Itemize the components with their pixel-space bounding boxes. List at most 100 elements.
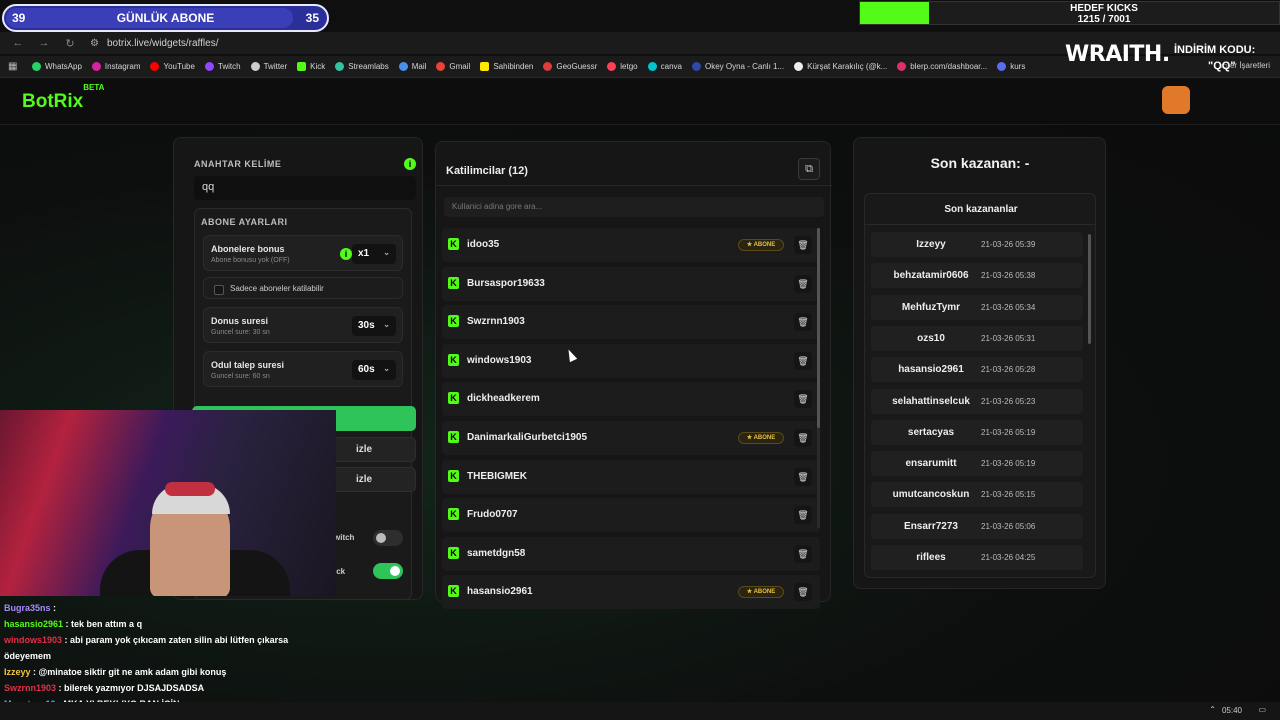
winner-row: ozs10 21-03-26 05:31 (871, 325, 1083, 351)
url-text: botrix.live/widgets/raffles/ (106, 37, 219, 49)
bookmark-kick[interactable]: Kick (297, 62, 325, 71)
participant-name: Frudo0707 (467, 509, 518, 521)
participant-row[interactable]: Ksametdgn58 🗑 (442, 536, 820, 571)
discount-label: İNDİRİM KODU: (1174, 44, 1256, 56)
winner-date: 21-03-26 05:34 (981, 302, 1036, 312)
bonus-select[interactable]: x1 ⌄ (352, 244, 396, 264)
participant-row[interactable]: K Frudo0707 🗑 (442, 498, 820, 533)
duration-row: Donus suresi Guncel sure: 30 sn 30s ⌄ (203, 307, 403, 343)
notification-icon[interactable]: ▭ (1258, 705, 1266, 714)
trash-icon[interactable]: 🗑 (794, 467, 812, 486)
participant-row[interactable]: K Swzrnn1903 🗑 (442, 305, 820, 340)
reload-icon[interactable]: ↻ (62, 37, 78, 50)
streamlabs-icon (335, 62, 345, 71)
trash-icon[interactable]: 🗑 (794, 351, 812, 370)
only-subs-row[interactable]: Sadece aboneler katilabilir (203, 277, 403, 299)
chevron-down-icon: ⌄ (383, 364, 390, 373)
winner-name: hasansio2961 (898, 364, 964, 376)
url-field[interactable]: ⚙ botrix.live/widgets/raffles/ (90, 38, 219, 49)
duration-select[interactable]: 30s ⌄ (352, 316, 396, 336)
trash-icon[interactable]: 🗑 (794, 274, 812, 293)
winners-list-title: Son kazananlar (944, 204, 1018, 215)
kurs-icon (997, 62, 1007, 71)
twitch-toggle[interactable] (373, 530, 403, 546)
trash-icon[interactable]: 🗑 (794, 428, 812, 447)
bookmark-geoguessr[interactable]: GeoGuessr (543, 62, 597, 71)
twitch-toggle-label: witch (334, 533, 355, 542)
winner-name: Izzeyy (916, 239, 946, 250)
bookmark-sahibinden[interactable]: Sahibinden (480, 62, 533, 71)
claim-sub: Guncel sure: 60 sn (211, 373, 270, 380)
bookmark-gmail[interactable]: Gmail (436, 62, 470, 71)
participant-row[interactable]: K DanimarkaliGurbetci1905 ★ ABONE 🗑 (442, 420, 820, 455)
bookmark-streamlabs[interactable]: Streamlabs (335, 62, 389, 71)
sahibinden-icon (480, 62, 490, 71)
site-info-icon[interactable]: ⚙ (90, 38, 99, 49)
botrix-logo[interactable]: BotRixBETA (22, 83, 104, 113)
participant-scrollbar[interactable] (817, 228, 820, 528)
duration-sub: Guncel sure: 30 sn (211, 329, 270, 336)
bookmark-letgo[interactable]: letgo (607, 62, 638, 71)
bookmark-whatsapp[interactable]: WhatsApp (32, 62, 82, 71)
participant-row[interactable]: Kwindows1903 🗑 (442, 343, 820, 378)
beta-tag: BETA (83, 82, 105, 92)
bookmark-blerp[interactable]: blerp.com/dashboar... (897, 62, 987, 71)
instagram-icon (91, 62, 101, 71)
bookmark-youtube[interactable]: YouTube (150, 62, 195, 71)
kick-icon: K (448, 315, 459, 328)
participant-search-input[interactable]: Kullanici adina gore ara... (444, 197, 824, 217)
winner-name: riflees (916, 552, 946, 563)
winner-date: 21-03-26 05:23 (981, 396, 1036, 406)
kick-icon: K (448, 238, 459, 250)
sub-badge: ★ ABONE (738, 239, 784, 251)
bookmark-instagram[interactable]: Instagram (91, 62, 140, 71)
apps-icon[interactable]: ▦ (8, 61, 22, 72)
trash-icon[interactable]: 🗑 (794, 544, 812, 563)
keyword-input[interactable]: qq (194, 176, 416, 200)
divider (436, 185, 832, 186)
bookmark-kurs[interactable]: kurs (997, 62, 1025, 71)
chat-username: windows1903 (4, 635, 63, 645)
bookmark-twitch[interactable]: Twitch (204, 62, 241, 71)
participant-row[interactable]: Kdickheadkerem 🗑 (442, 382, 820, 417)
participant-name: Swzrnn1903 (467, 316, 525, 328)
bonus-info-icon[interactable]: i (340, 248, 352, 260)
trash-icon[interactable]: 🗑 (794, 313, 812, 332)
bookmark-twitter[interactable]: Twitter (250, 62, 287, 71)
participant-row[interactable]: Kidoo35 ★ ABONE 🗑 (442, 228, 820, 262)
participants-panel: Katilimcilar (12) ⧉ Kullanici adina gore… (435, 141, 832, 610)
winner-name: Ensarr7273 (904, 520, 958, 532)
taskbar: ⌃ 05:40 ▭ (0, 702, 1280, 720)
trash-icon[interactable]: 🗑 (794, 506, 812, 525)
back-icon[interactable]: ← (10, 37, 26, 49)
only-subs-checkbox[interactable] (214, 285, 224, 295)
kick-icon: K (448, 430, 459, 443)
bookmark-okey[interactable]: Okey Oyna - Canlı 1... (691, 62, 784, 71)
participant-row[interactable]: K THEBIGMEK 🗑 (442, 459, 820, 494)
participant-row[interactable]: Khasansio2961 ★ ABONE 🗑 (442, 575, 820, 610)
chat-username: Bugra35ns (4, 603, 51, 613)
chat-message: Bugra35ns : (0, 600, 330, 616)
sub-bonus-sub: Abone bonusu yok (OFF) (211, 257, 290, 264)
participant-name: DanimarkaliGurbetci1905 (467, 431, 588, 443)
chevron-down-icon: ⌄ (383, 248, 390, 257)
trash-icon[interactable]: 🗑 (794, 236, 812, 254)
participant-row[interactable]: K Bursaspor19633 🗑 (442, 266, 820, 301)
kick-icon: K (448, 353, 459, 366)
user-avatar[interactable] (1162, 86, 1190, 114)
bookmark-tiktok[interactable]: Kürşat Karakılıç (@k... (794, 62, 887, 71)
winner-date: 21-03-26 05:15 (981, 490, 1036, 500)
bookmark-mail[interactable]: Mail (398, 62, 426, 71)
chevron-up-icon[interactable]: ⌃ (1209, 705, 1216, 714)
claim-select[interactable]: 60s ⌄ (352, 360, 396, 380)
winners-scrollbar[interactable] (1088, 234, 1091, 344)
info-icon[interactable]: i (404, 158, 416, 170)
trash-icon[interactable]: 🗑 (794, 583, 812, 602)
trash-icon[interactable]: 🗑 (794, 390, 812, 409)
forward-icon[interactable]: → (36, 37, 52, 49)
bookmark-canva[interactable]: canva (647, 62, 682, 71)
twitter-icon (250, 62, 260, 71)
copy-icon[interactable]: ⧉ (798, 158, 820, 180)
kick-toggle[interactable] (373, 563, 403, 579)
winner-row: Ensarr7273 21-03-26 05:06 (871, 513, 1083, 539)
